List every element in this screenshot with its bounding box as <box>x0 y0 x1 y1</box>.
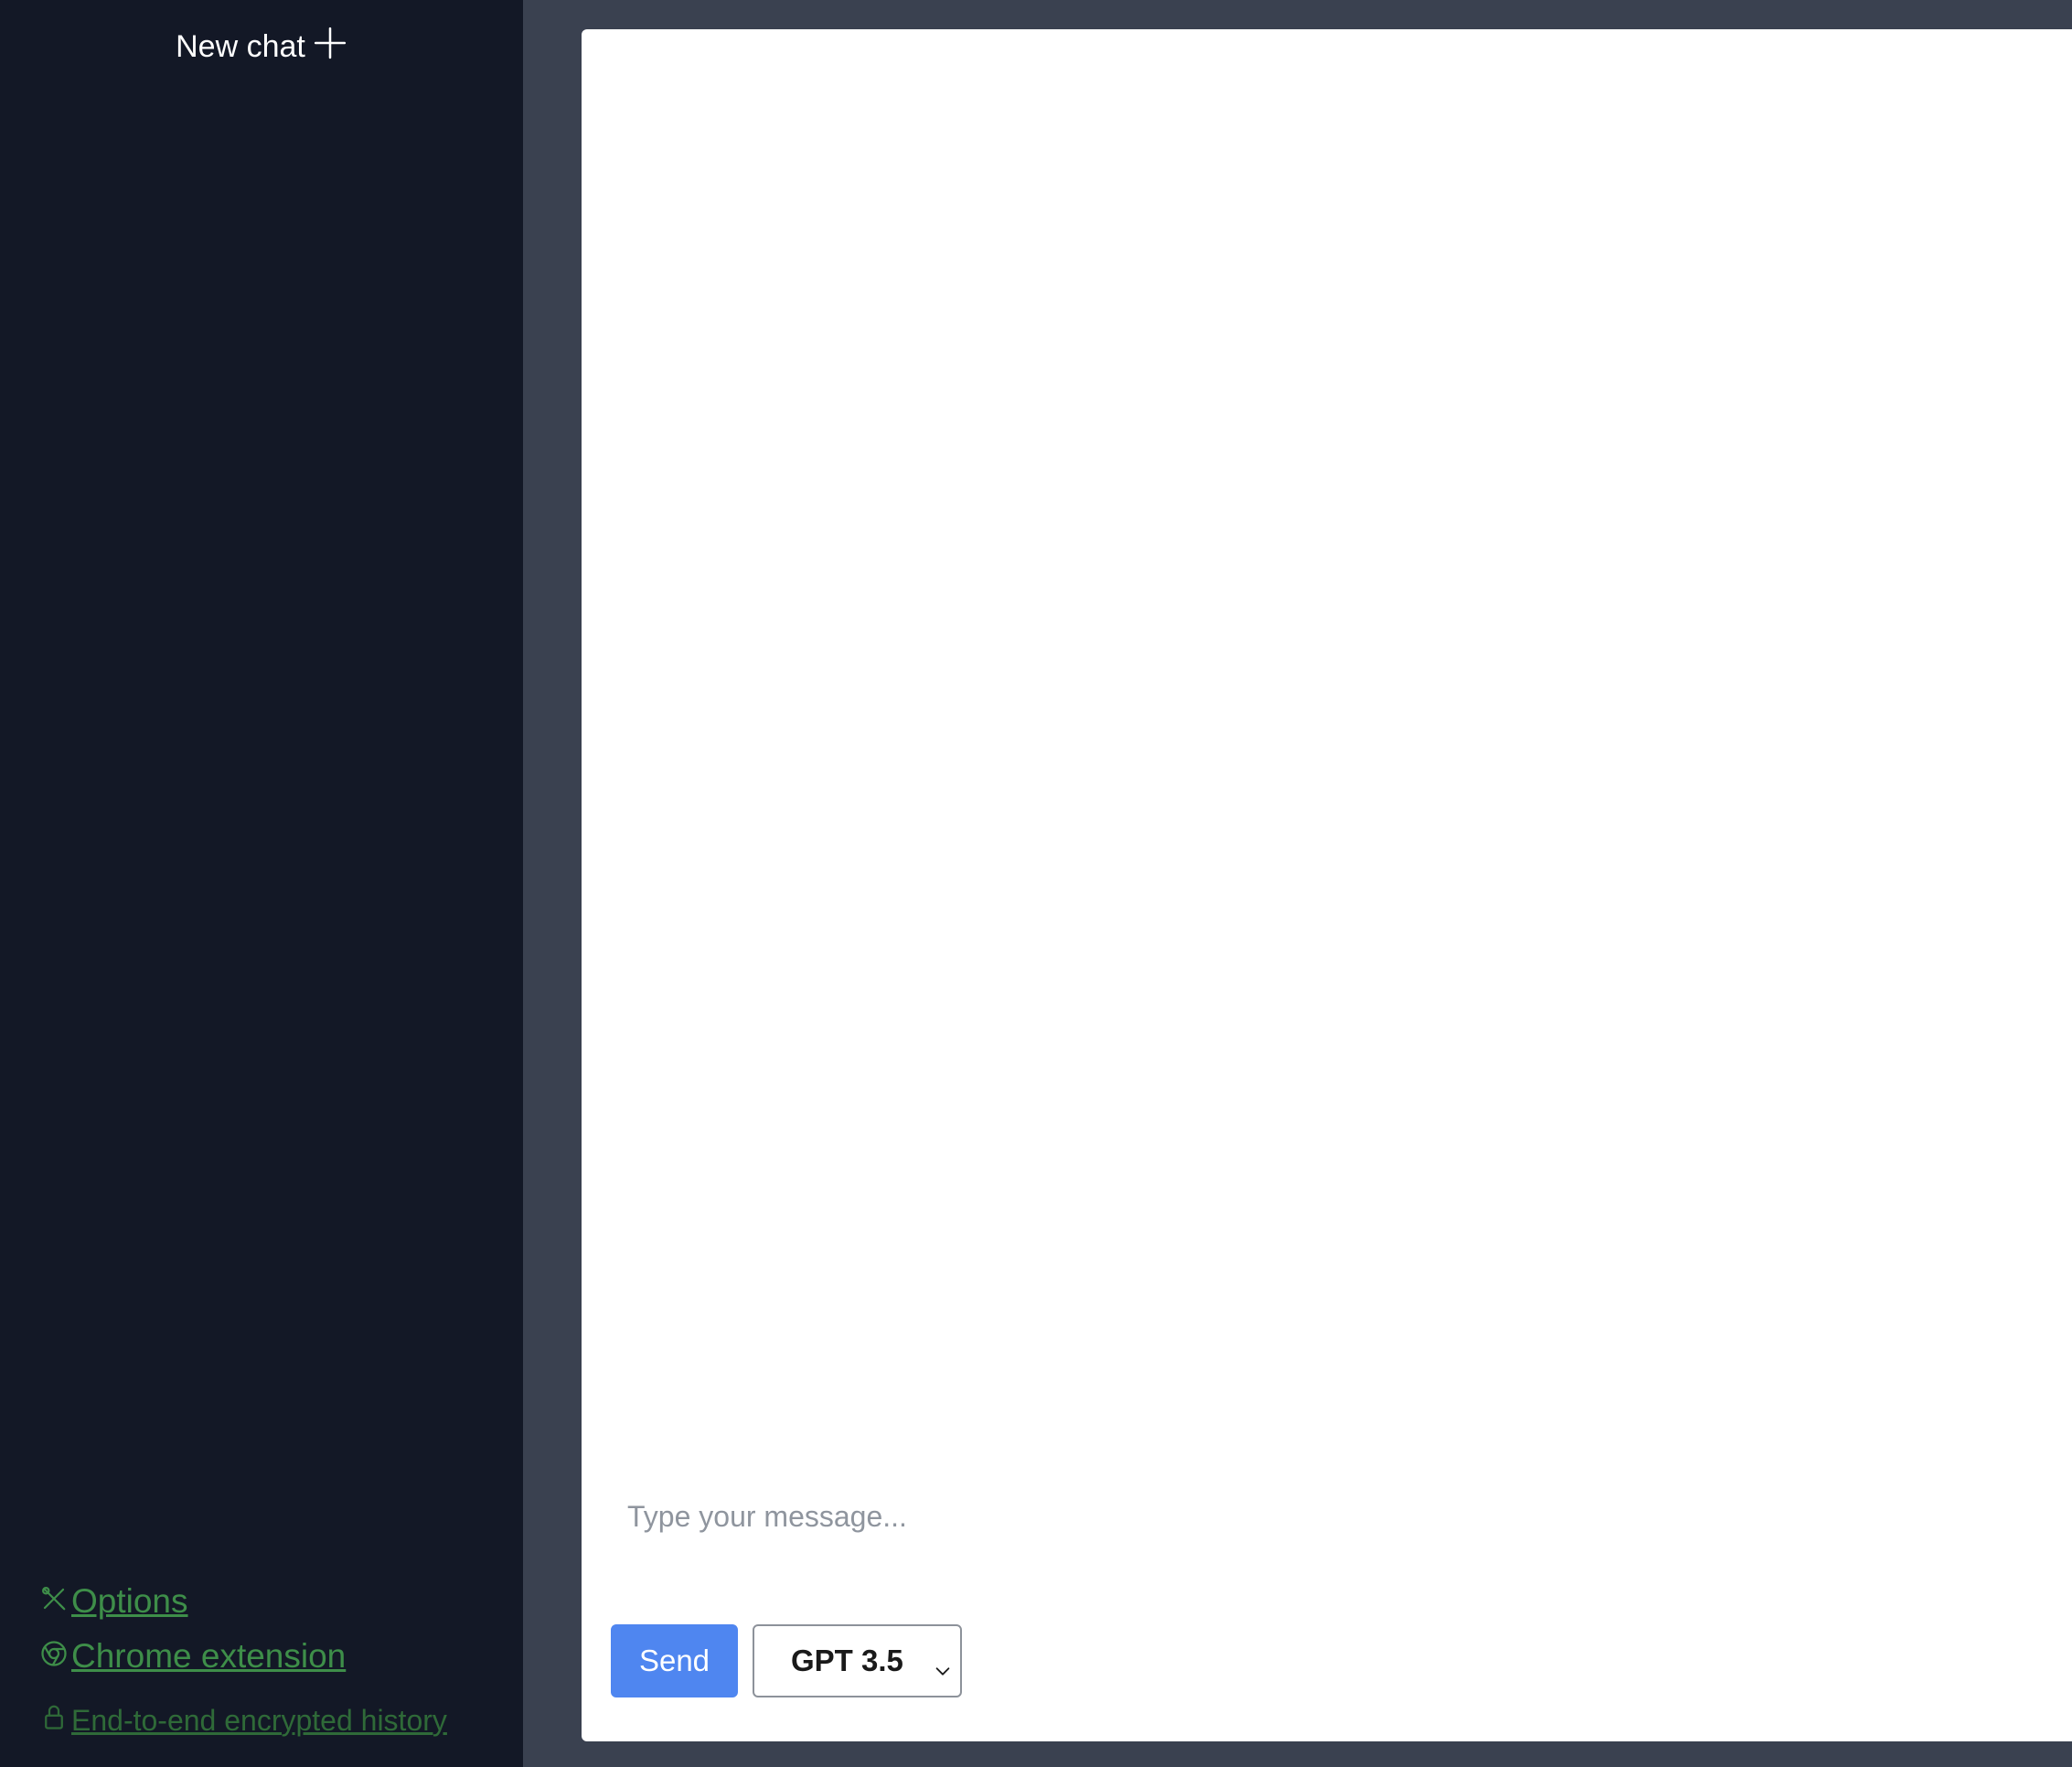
sidebar: New chat Options Chrome extension End-to… <box>0 0 523 1767</box>
tools-icon <box>40 1582 69 1621</box>
model-select[interactable]: GPT 3.5 <box>753 1624 962 1697</box>
chrome-extension-link-label: Chrome extension <box>71 1637 347 1675</box>
send-button[interactable]: Send <box>611 1624 738 1697</box>
new-chat-label: New chat <box>176 29 305 64</box>
sidebar-footer-links: Options Chrome extension End-to-end encr… <box>40 1582 447 1754</box>
message-composer: Send GPT 3.5 <box>582 1452 2072 1741</box>
model-select-value: GPT 3.5 <box>791 1644 903 1677</box>
options-link-label: Options <box>71 1582 188 1620</box>
chrome-extension-link[interactable]: Chrome extension <box>40 1637 447 1676</box>
message-input[interactable] <box>625 1498 2001 1584</box>
encrypted-history-link-label: End-to-end encrypted history <box>71 1703 447 1737</box>
new-chat-button[interactable]: New chat <box>0 26 523 69</box>
chrome-icon <box>40 1637 69 1676</box>
plus-icon <box>313 26 347 69</box>
lock-icon <box>40 1703 69 1738</box>
chat-messages-area <box>582 29 2072 1452</box>
encrypted-history-link[interactable]: End-to-end encrypted history <box>40 1703 447 1738</box>
options-link[interactable]: Options <box>40 1582 447 1621</box>
